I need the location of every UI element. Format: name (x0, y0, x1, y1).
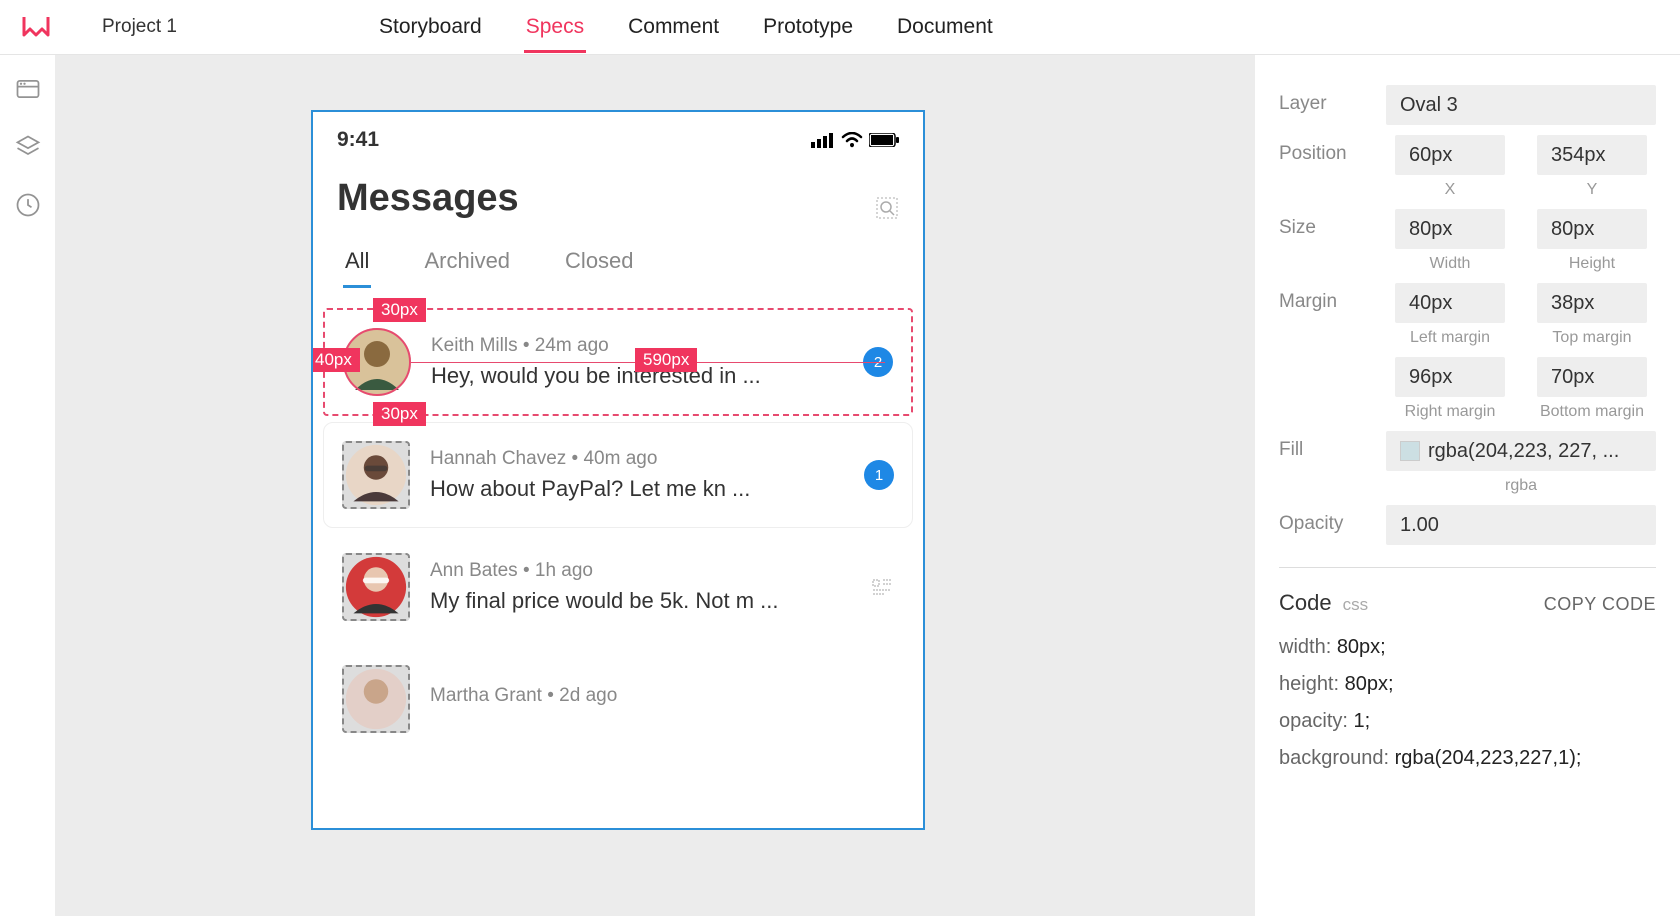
spec-label-top: 30px (373, 298, 426, 322)
message-text: How about PayPal? Let me kn ... (430, 476, 864, 502)
prop-label-position: Position (1279, 135, 1374, 165)
left-tool-rail (0, 55, 55, 916)
messages-header: Messages (313, 167, 923, 236)
tab-document[interactable]: Document (895, 1, 995, 53)
code-language[interactable]: css (1343, 595, 1369, 614)
spec-label-right: 590px (635, 348, 697, 372)
margin-top-field[interactable]: 38px (1537, 283, 1647, 323)
margin-bottom-field[interactable]: 70px (1537, 357, 1647, 397)
inspector-panel: Layer Oval 3 Position 60pxX 354pxY Size … (1255, 55, 1680, 916)
list-item[interactable]: Ann Bates • 1h ago My final price would … (323, 534, 913, 640)
statusbar-time: 9:41 (337, 128, 379, 152)
divider (1279, 567, 1656, 568)
margin-right-field[interactable]: 96px (1395, 357, 1505, 397)
msg-tab-all[interactable]: All (345, 248, 369, 288)
message-meta: Hannah Chavez • 40m ago (430, 448, 864, 470)
position-x-field[interactable]: 60px (1395, 135, 1505, 175)
avatar[interactable] (342, 553, 410, 621)
battery-icon (869, 133, 899, 147)
page-title: Messages (337, 177, 519, 220)
message-body: Hannah Chavez • 40m ago How about PayPal… (430, 448, 864, 502)
prop-label-layer: Layer (1279, 85, 1374, 115)
copy-code-button[interactable]: COPY CODE (1544, 594, 1656, 615)
layer-name-field[interactable]: Oval 3 (1386, 85, 1656, 125)
tab-specs[interactable]: Specs (524, 1, 586, 53)
phone-statusbar: 9:41 (313, 112, 923, 167)
code-line: height: 80px; (1279, 673, 1656, 696)
message-meta: Ann Bates • 1h ago (430, 560, 870, 582)
artboard[interactable]: 9:41 Messages All Archived Closed 30px 4… (311, 110, 925, 830)
prop-label-size: Size (1279, 209, 1374, 239)
prop-label-fill: Fill (1279, 431, 1374, 461)
message-text: My final price would be 5k. Not m ... (430, 588, 870, 614)
artboards-icon[interactable] (14, 75, 42, 103)
message-body: Ann Bates • 1h ago My final price would … (430, 560, 870, 614)
history-icon[interactable] (14, 191, 42, 219)
margin-left-field[interactable]: 40px (1395, 283, 1505, 323)
avatar[interactable] (342, 441, 410, 509)
tab-comment[interactable]: Comment (626, 1, 721, 53)
search-icon[interactable] (875, 187, 899, 211)
statusbar-icons (811, 132, 899, 148)
msg-tab-archived[interactable]: Archived (424, 248, 510, 288)
message-tabs: All Archived Closed (313, 236, 923, 288)
message-meta: Martha Grant • 2d ago (430, 685, 894, 707)
top-tabs: Storyboard Specs Comment Prototype Docum… (377, 1, 995, 53)
wifi-icon (841, 132, 863, 148)
prop-label-opacity: Opacity (1279, 505, 1374, 535)
width-field[interactable]: 80px (1395, 209, 1505, 249)
project-name[interactable]: Project 1 (102, 16, 177, 38)
unread-badge: 1 (864, 460, 894, 490)
list-item[interactable]: Martha Grant • 2d ago (323, 646, 913, 752)
code-section-title: Code (1279, 590, 1332, 615)
list-item[interactable]: Hannah Chavez • 40m ago How about PayPal… (323, 422, 913, 528)
spec-label-left: 40px (311, 348, 360, 372)
signal-icon (811, 132, 835, 148)
message-body: Martha Grant • 2d ago (430, 685, 894, 713)
color-swatch (1400, 441, 1420, 461)
tab-prototype[interactable]: Prototype (761, 1, 855, 53)
list-item[interactable]: 30px 40px 30px 590px Keith Mills • 24m a… (323, 308, 913, 416)
app-logo[interactable] (20, 9, 52, 46)
avatar[interactable] (342, 665, 410, 733)
canvas[interactable]: 9:41 Messages All Archived Closed 30px 4… (55, 55, 1255, 916)
message-list: 30px 40px 30px 590px Keith Mills • 24m a… (313, 288, 923, 752)
msg-tab-closed[interactable]: Closed (565, 248, 633, 288)
layers-icon[interactable] (14, 133, 42, 161)
app-header: Project 1 Storyboard Specs Comment Proto… (0, 0, 1680, 55)
prop-label-margin: Margin (1279, 283, 1374, 313)
spec-label-bottom: 30px (373, 402, 426, 426)
code-line: width: 80px; (1279, 636, 1656, 659)
opacity-field[interactable]: 1.00 (1386, 505, 1656, 545)
tab-storyboard[interactable]: Storyboard (377, 1, 484, 53)
code-line: opacity: 1; (1279, 710, 1656, 733)
height-field[interactable]: 80px (1537, 209, 1647, 249)
fill-field[interactable]: rgba(204,223, 227, ... (1386, 431, 1656, 471)
position-y-field[interactable]: 354px (1537, 135, 1647, 175)
reply-icon (870, 577, 894, 597)
code-line: background: rgba(204,223,227,1); (1279, 747, 1656, 770)
